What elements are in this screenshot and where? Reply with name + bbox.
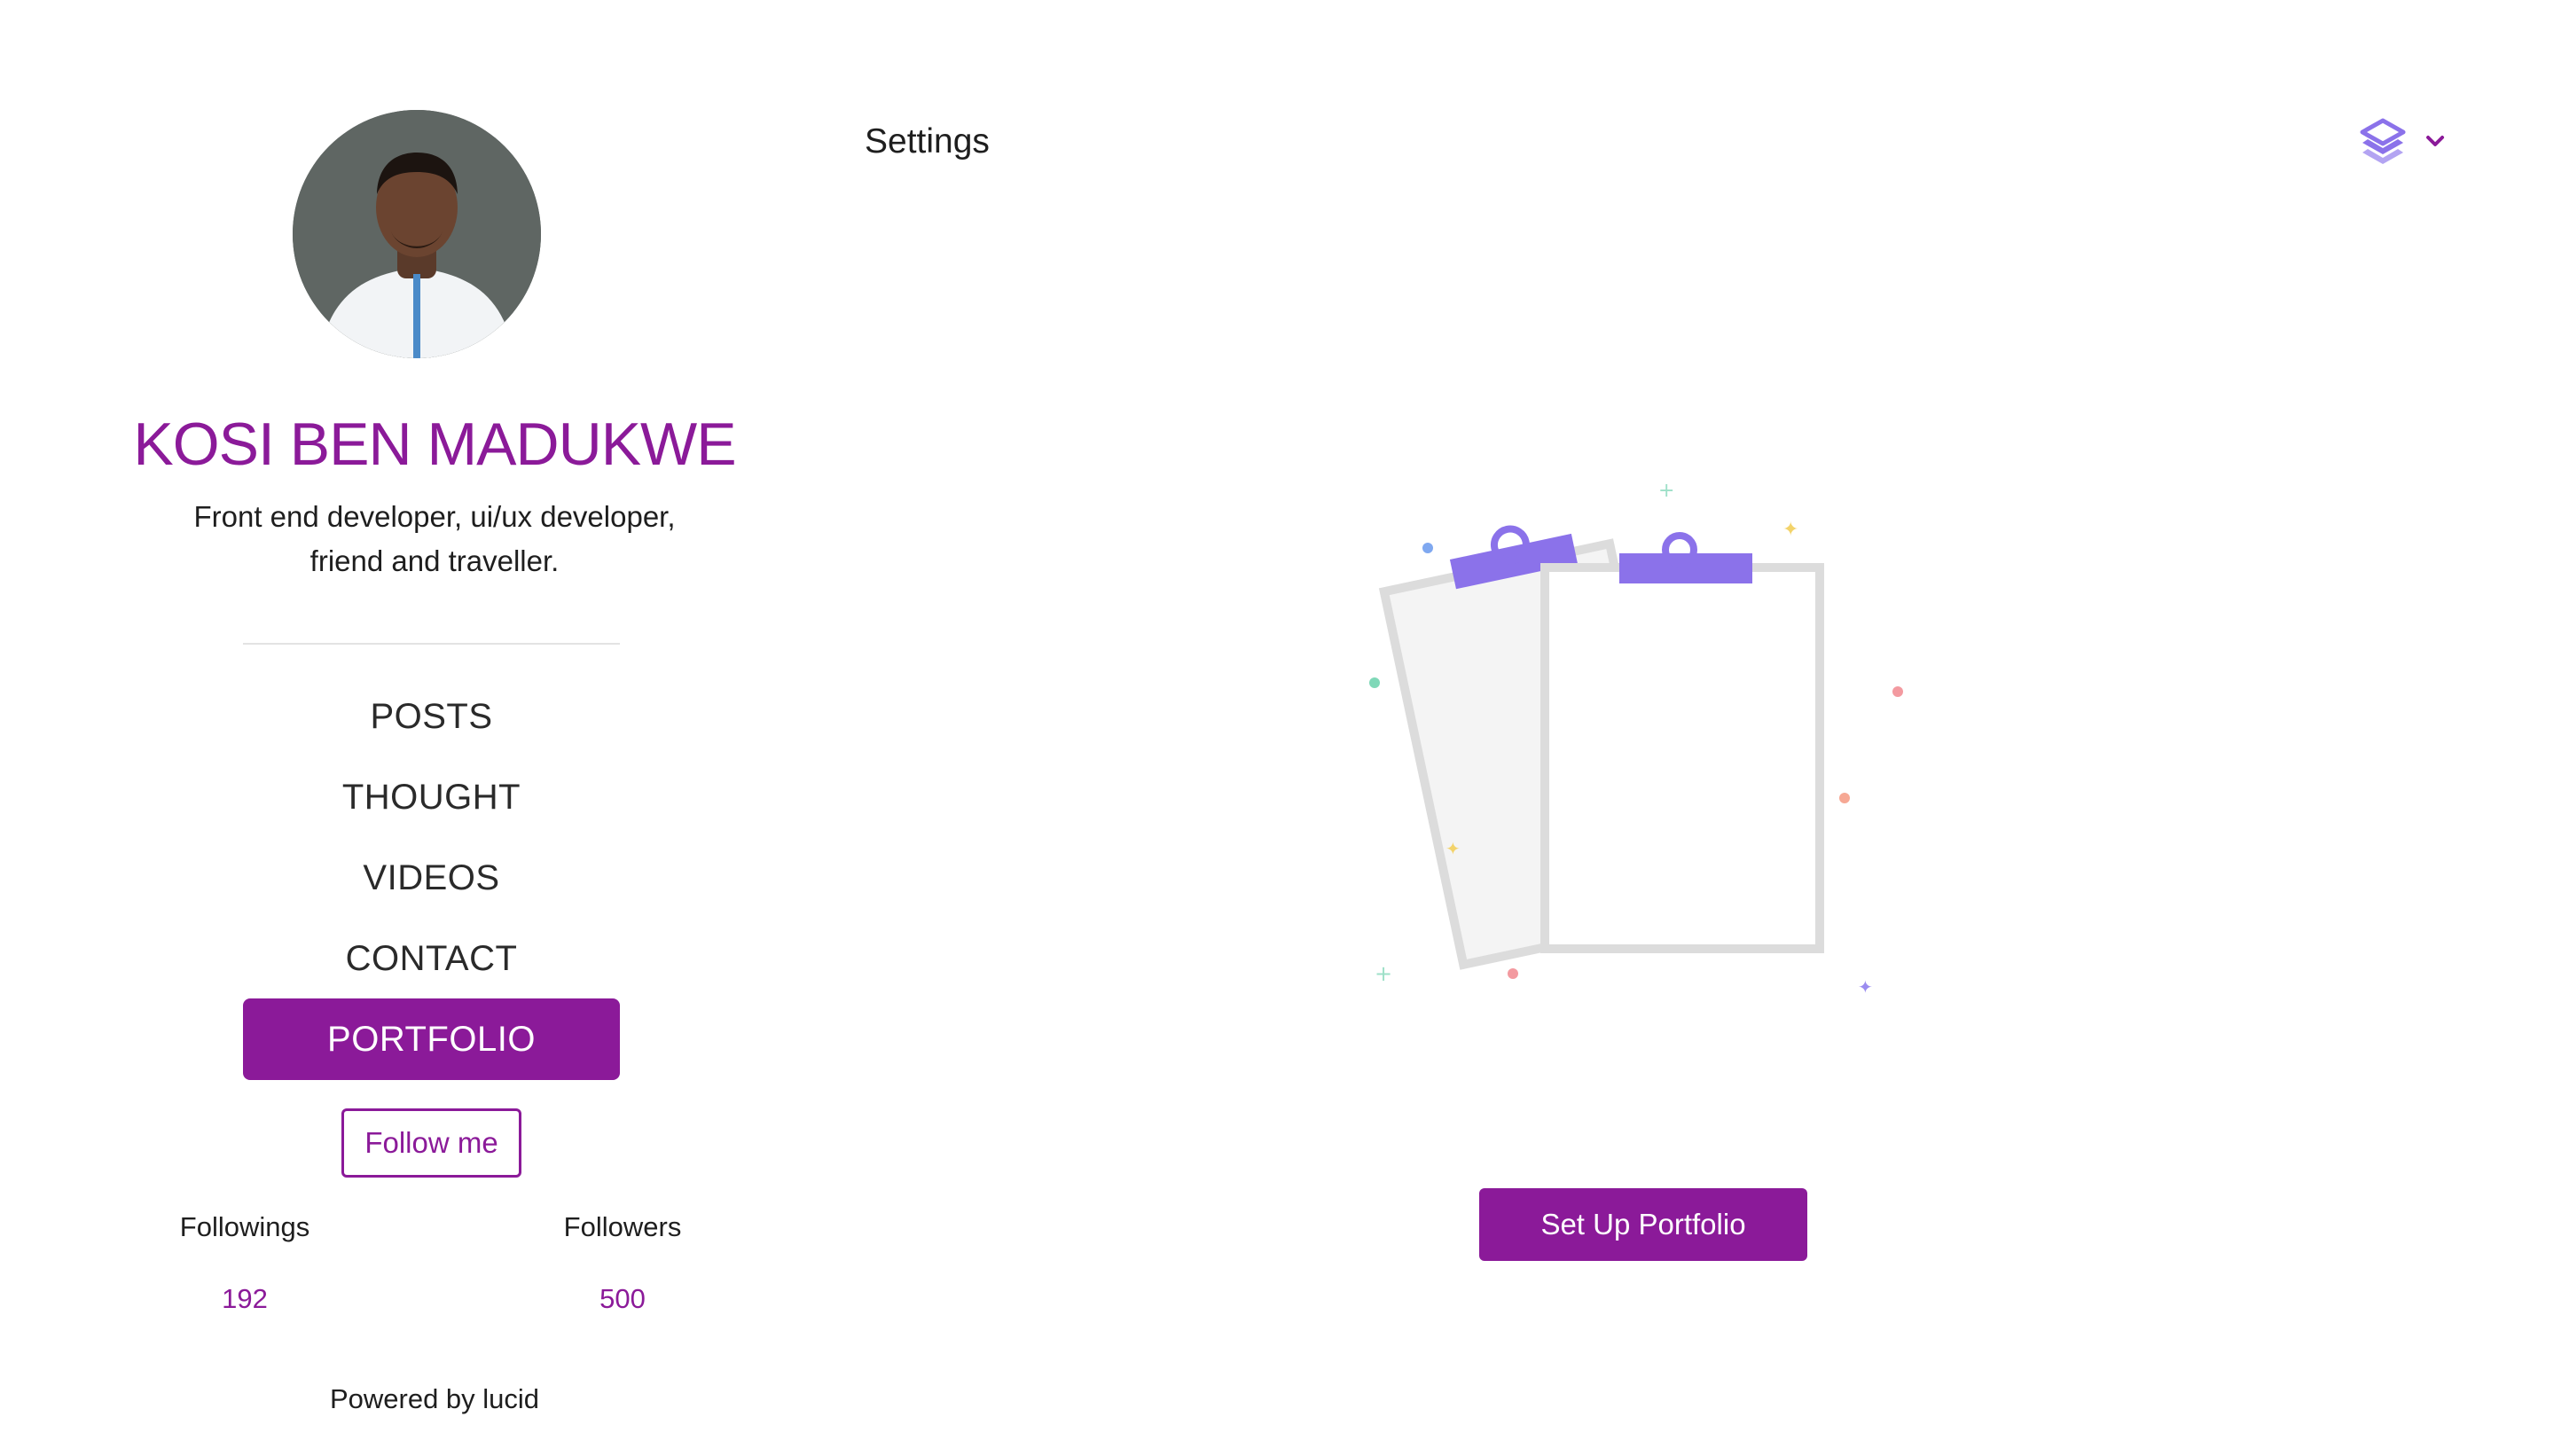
nav-item-contact[interactable]: CONTACT — [243, 918, 620, 999]
nav-item-thought[interactable]: THOUGHT — [243, 756, 620, 838]
svg-text:+: + — [1375, 961, 1392, 986]
svg-text:✦: ✦ — [1858, 976, 1873, 998]
empty-clipboards-illustration: + ✦ ✦ + ✦ — [1357, 479, 1924, 1011]
chevron-down-icon[interactable] — [2425, 130, 2446, 152]
powered-by: Powered by lucid — [329, 1383, 540, 1414]
bio-line: Front end developer, ui/ux developer, — [193, 500, 676, 533]
nav-item-portfolio[interactable]: PORTFOLIO — [243, 998, 620, 1080]
svg-text:+: + — [1658, 480, 1674, 502]
followers-count[interactable]: 500 — [507, 1283, 738, 1315]
follow-button[interactable]: Follow me — [341, 1108, 521, 1178]
followings-label: Followings — [179, 1211, 310, 1242]
setup-portfolio-button[interactable]: Set Up Portfolio — [1479, 1188, 1807, 1261]
followings-count[interactable]: 192 — [129, 1283, 360, 1315]
account-menu[interactable] — [2359, 117, 2446, 165]
profile-bio: Front end developer, ui/ux developer, fr… — [168, 495, 701, 583]
front-clipboard — [1540, 563, 1824, 953]
svg-text:✦: ✦ — [1445, 838, 1461, 859]
layers-logo-icon[interactable] — [2359, 117, 2407, 165]
bio-line: friend and traveller. — [309, 544, 560, 577]
profile-sidebar: KOSI BEN MADUKWE Front end developer, ui… — [0, 0, 869, 1456]
followers-label: Followers — [563, 1211, 682, 1242]
avatar-photo — [293, 110, 541, 358]
divider — [243, 643, 620, 645]
nav-item-posts[interactable]: POSTS — [243, 676, 620, 757]
avatar — [293, 110, 541, 358]
nav-item-videos[interactable]: VIDEOS — [243, 837, 620, 919]
page-title: Settings — [865, 122, 990, 160]
profile-name: KOSI BEN MADUKWE — [133, 411, 736, 478]
page: KOSI BEN MADUKWE Front end developer, ui… — [0, 0, 2554, 1456]
svg-text:✦: ✦ — [1782, 519, 1798, 541]
